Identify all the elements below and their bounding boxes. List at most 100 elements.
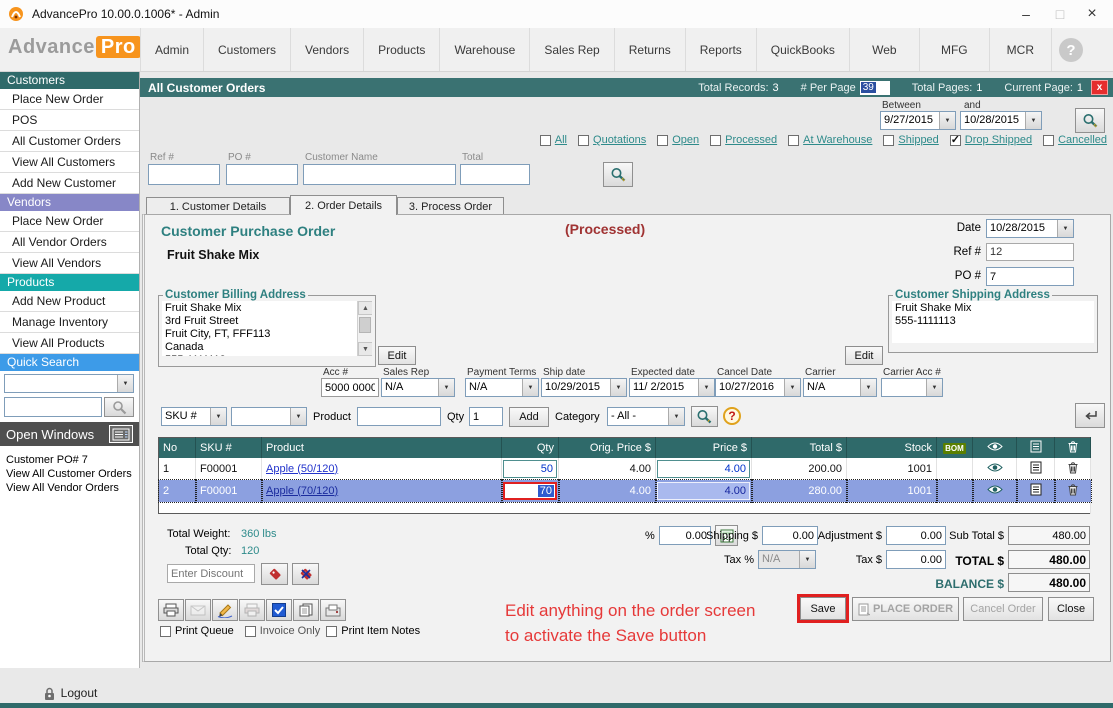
help-icon[interactable]: ?	[1059, 38, 1083, 62]
product-search-button[interactable]	[691, 406, 718, 427]
qty-input[interactable]	[469, 407, 503, 426]
sidebar-item-all-vendor-orders[interactable]: All Vendor Orders	[0, 232, 139, 253]
customer-name-search-input[interactable]	[303, 164, 456, 185]
close-order-button[interactable]: Close	[1048, 597, 1094, 621]
open-window-item[interactable]: View All Customer Orders	[6, 467, 133, 481]
checkbox[interactable]	[950, 135, 961, 146]
order-search-button[interactable]	[603, 162, 633, 187]
col-price[interactable]: Price $	[656, 438, 752, 458]
open-windows-list-button[interactable]	[109, 425, 133, 443]
checkbox[interactable]	[710, 135, 721, 146]
nav-item-quickbooks[interactable]: QuickBooks	[757, 28, 850, 71]
remove-discount-button[interactable]	[292, 563, 319, 585]
checkbox[interactable]	[245, 626, 256, 637]
cancel-order-button[interactable]: Cancel Order	[963, 597, 1043, 621]
checkbox[interactable]	[657, 135, 668, 146]
ref-number-field[interactable]	[986, 243, 1074, 261]
fax-button[interactable]	[320, 599, 346, 621]
nav-item-mcr[interactable]: MCR	[990, 28, 1052, 71]
nav-item-warehouse[interactable]: Warehouse	[440, 28, 530, 71]
sales-rep-select[interactable]: N/A▼	[381, 378, 455, 397]
view-item-button[interactable]	[977, 462, 1012, 473]
scroll-thumb[interactable]	[359, 317, 371, 333]
nav-item-customers[interactable]: Customers	[204, 28, 291, 71]
col-stock[interactable]: Stock	[847, 438, 937, 458]
qty-cell-input-highlighted[interactable]: 70	[503, 482, 557, 500]
filter-at-warehouse[interactable]: At Warehouse	[788, 134, 872, 146]
filter-open[interactable]: Open	[657, 134, 699, 146]
open-window-item[interactable]: View All Vendor Orders	[6, 481, 133, 495]
checkbox[interactable]	[540, 135, 551, 146]
qty-cell-input[interactable]: 50	[503, 460, 557, 478]
tax-input[interactable]	[886, 550, 946, 569]
ref-search-input[interactable]	[148, 164, 220, 185]
filter-all[interactable]: All	[540, 134, 567, 146]
item-notes-button[interactable]	[1021, 461, 1050, 474]
sidebar-item-view-all-customers[interactable]: View All Customers	[0, 152, 139, 173]
sidebar-item-place-new-order[interactable]: Place New Order	[0, 89, 139, 110]
discount-input[interactable]	[167, 564, 255, 583]
scrollbar[interactable]: ▲ ▼	[357, 301, 372, 356]
filter-processed[interactable]: Processed	[710, 134, 777, 146]
filter-drop-shipped[interactable]: Drop Shipped	[950, 134, 1032, 146]
delete-item-button[interactable]	[1059, 483, 1086, 496]
date-to-select[interactable]: 10/28/2015▼	[960, 111, 1042, 130]
price-cell-input[interactable]: 4.00	[657, 460, 750, 478]
sidebar-item-view-all-vendors[interactable]: View All Vendors	[0, 253, 139, 274]
checkbox[interactable]	[1043, 135, 1054, 146]
nav-item-returns[interactable]: Returns	[615, 28, 686, 71]
product-link[interactable]: Apple (50/120)	[266, 463, 338, 475]
scroll-down-icon[interactable]: ▼	[358, 342, 372, 356]
sidebar-item-add-new-product[interactable]: Add New Product	[0, 291, 139, 312]
logout-button[interactable]: Logout	[0, 682, 140, 704]
tax-pct-select[interactable]: N/A▼	[758, 550, 816, 569]
print-preview-button[interactable]	[239, 599, 265, 621]
cancel-date-select[interactable]: 10/27/2016▼	[715, 378, 801, 397]
place-order-button[interactable]: PLACE ORDER	[852, 597, 959, 621]
col-bom[interactable]: BOM	[937, 438, 973, 458]
checkbox[interactable]	[160, 626, 171, 637]
sidebar-item-add-new-customer[interactable]: Add New Customer	[0, 173, 139, 194]
checkbox[interactable]	[578, 135, 589, 146]
nav-item-products[interactable]: Products	[364, 28, 440, 71]
minimize-button[interactable]: –	[1011, 3, 1041, 25]
date-from-select[interactable]: 9/27/2015▼	[880, 111, 956, 130]
add-button[interactable]: Add	[509, 407, 549, 427]
sidebar-item-view-all-products[interactable]: View All Products	[0, 333, 139, 354]
col-product[interactable]: Product	[262, 438, 502, 458]
order-date-select[interactable]: 10/28/2015▼	[986, 219, 1074, 238]
sku-mode-select[interactable]: SKU #▼	[161, 407, 227, 426]
nav-item-salesrep[interactable]: Sales Rep	[530, 28, 614, 71]
edit-billing-button[interactable]: Edit	[378, 346, 416, 365]
product-input[interactable]	[357, 407, 441, 426]
table-row-selected[interactable]: 2 F00001 Apple (70/120) 70 4.00 4.00 280…	[159, 480, 1091, 502]
col-orig-price[interactable]: Orig. Price $	[559, 438, 656, 458]
checkbox[interactable]	[883, 135, 894, 146]
col-no[interactable]: No	[159, 438, 196, 458]
sidebar-item-pos[interactable]: POS	[0, 110, 139, 131]
save-button[interactable]: Save	[800, 597, 846, 620]
edit-shipping-button[interactable]: Edit	[845, 346, 883, 365]
ship-date-select[interactable]: 10/29/2015▼	[541, 378, 627, 397]
open-window-item[interactable]: Customer PO# 7	[6, 453, 133, 467]
sku-value-select[interactable]: ▼	[231, 407, 307, 426]
table-row[interactable]: 1 F00001 Apple (50/120) 50 4.00 4.00 200…	[159, 458, 1091, 480]
sidebar-item-manage-inventory[interactable]: Manage Inventory	[0, 312, 139, 333]
price-cell-input[interactable]: 4.00	[657, 482, 750, 500]
print-item-notes-checkbox[interactable]: Print Item Notes	[326, 625, 420, 637]
date-search-button[interactable]	[1075, 108, 1105, 133]
help-icon[interactable]: ?	[723, 407, 741, 425]
tab-customer-details[interactable]: 1. Customer Details	[146, 197, 290, 215]
col-qty[interactable]: Qty	[502, 438, 559, 458]
nav-item-vendors[interactable]: Vendors	[291, 28, 364, 71]
product-link[interactable]: Apple (70/120)	[266, 485, 338, 497]
tab-process-order[interactable]: 3. Process Order	[397, 197, 504, 215]
nav-item-admin[interactable]: Admin	[140, 28, 204, 71]
filter-quotations[interactable]: Quotations	[578, 134, 646, 146]
adjustment-input[interactable]	[886, 526, 946, 545]
view-item-button[interactable]	[977, 484, 1012, 495]
item-notes-button[interactable]	[1021, 483, 1050, 496]
nav-item-mfg[interactable]: MFG	[920, 28, 990, 71]
quick-search-input[interactable]	[4, 397, 102, 417]
apply-discount-button[interactable]	[261, 563, 288, 585]
